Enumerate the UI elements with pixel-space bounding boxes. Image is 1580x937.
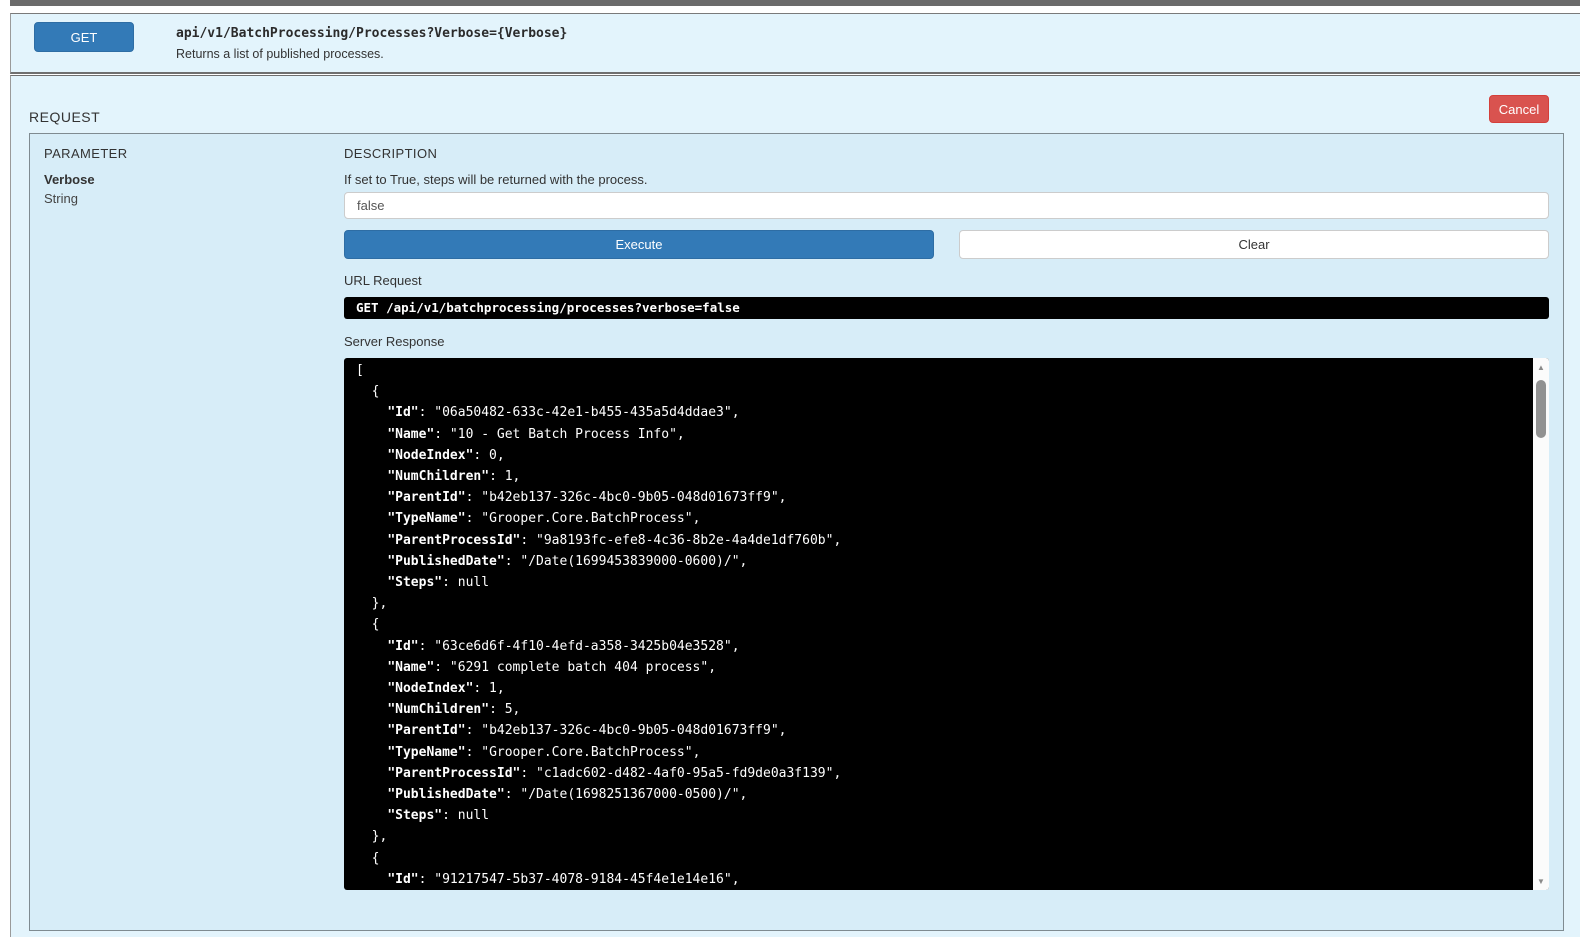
code-line: "ParentId": "b42eb137-326c-4bc0-9b05-048… [387, 723, 787, 739]
code-line: "Name": "10 - Get Batch Process Info", [387, 426, 685, 442]
verbose-value-input[interactable] [344, 192, 1549, 219]
code-line: "TypeName": "Grooper.Core.BatchProcess", [387, 744, 701, 760]
cancel-button[interactable]: Cancel [1489, 95, 1549, 123]
code-line: "TypeName": "Grooper.Core.BatchProcess", [387, 511, 701, 527]
code-line: }, [356, 596, 388, 612]
code-line: "ParentProcessId": "9a8193fc-efe8-4c36-8… [387, 532, 842, 548]
code-line: "Name": "6291 complete batch 404 process… [387, 659, 717, 675]
code-line: { [356, 384, 380, 400]
code-line: "ParentId": "b42eb137-326c-4bc0-9b05-048… [387, 490, 787, 506]
parameters-panel: PARAMETER DESCRIPTION Verbose String If … [29, 133, 1564, 931]
endpoint-path: api/v1/BatchProcessing/Processes?Verbose… [176, 26, 568, 41]
endpoint-header: GET api/v1/BatchProcessing/Processes?Ver… [10, 13, 1580, 74]
url-request-display: GET /api/v1/batchprocessing/processes?ve… [344, 297, 1549, 319]
request-panel: REQUEST Cancel PARAMETER DESCRIPTION Ver… [10, 75, 1580, 937]
execute-button[interactable]: Execute [344, 230, 934, 259]
server-response-label: Server Response [344, 334, 445, 349]
parameter-description: If set to True, steps will be returned w… [344, 172, 648, 187]
url-request-label: URL Request [344, 273, 422, 288]
response-scrollbar[interactable]: ▲ ▼ [1533, 358, 1549, 890]
scrollbar-down-arrow-icon[interactable]: ▼ [1533, 874, 1549, 888]
request-section-title: REQUEST [29, 109, 101, 125]
parameter-column-header: PARAMETER [44, 146, 128, 161]
code-line: "Id": "91217547-5b37-4078-9184-45f4e1e14… [387, 871, 740, 887]
code-line: { [356, 617, 380, 633]
code-line: "NodeIndex": 0, [387, 447, 505, 463]
http-method-badge[interactable]: GET [34, 22, 134, 52]
parameter-type: String [44, 191, 78, 206]
code-line: "NumChildren": 1, [387, 469, 521, 485]
code-line: "Id": "63ce6d6f-4f10-4efd-a358-3425b04e3… [387, 638, 740, 654]
server-response-box: [ { "Id": "06a50482-633c-42e1-b455-435a5… [344, 358, 1549, 890]
scrollbar-thumb[interactable] [1536, 380, 1546, 438]
code-line: "Id": "06a50482-633c-42e1-b455-435a5d4dd… [387, 405, 740, 421]
code-line: "Steps": null [387, 808, 490, 824]
code-line: }, [356, 829, 388, 845]
description-column-header: DESCRIPTION [344, 146, 438, 161]
code-line: "Steps": null [387, 575, 490, 591]
endpoint-summary: Returns a list of published processes. [176, 47, 384, 61]
code-line: "PublishedDate": "/Date(1699453839000-06… [387, 553, 748, 569]
code-line: "ParentProcessId": "c1adc602-d482-4af0-9… [387, 765, 842, 781]
code-line: "NumChildren": 5, [387, 702, 521, 718]
code-line: "NodeIndex": 1, [387, 681, 505, 697]
top-accent-bar [10, 0, 1580, 6]
code-line: [ [356, 363, 364, 378]
code-line: { [356, 850, 380, 866]
parameter-name: Verbose [44, 172, 95, 187]
scrollbar-up-arrow-icon[interactable]: ▲ [1533, 360, 1549, 374]
server-response-code[interactable]: [ { "Id": "06a50482-633c-42e1-b455-435a5… [344, 358, 1533, 890]
code-line: "PublishedDate": "/Date(1698251367000-05… [387, 787, 748, 803]
clear-button[interactable]: Clear [959, 230, 1549, 259]
